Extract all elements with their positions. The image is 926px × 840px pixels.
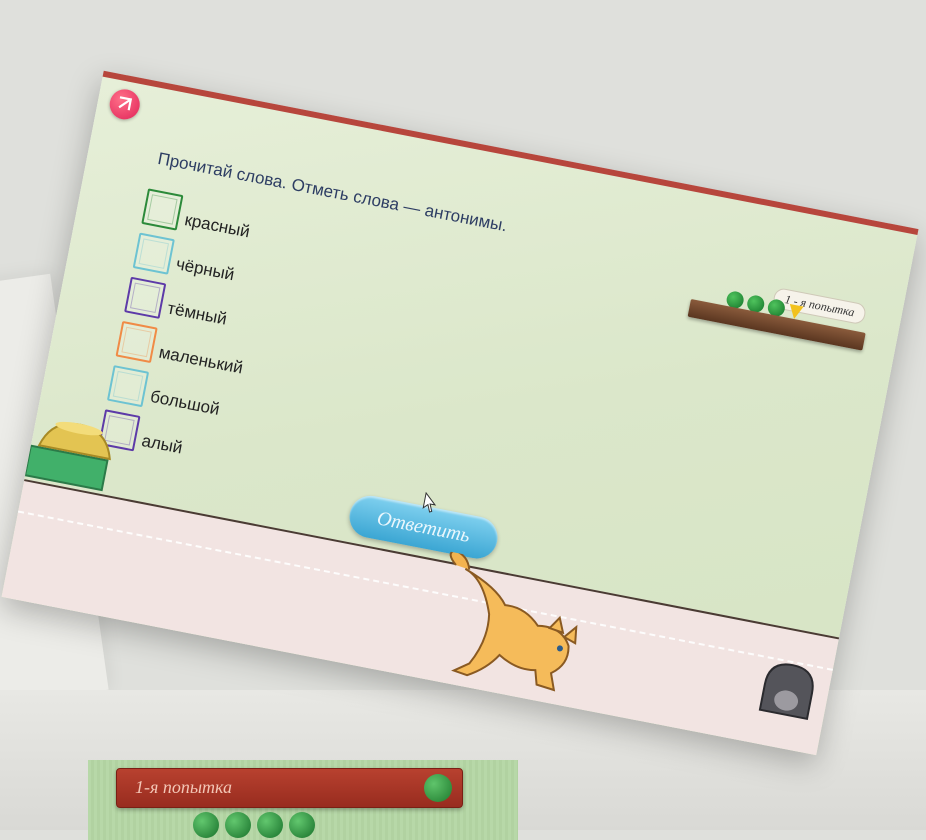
option-label-3: тёмный [165, 297, 229, 329]
option-label-6: алый [140, 430, 185, 457]
checkbox-3[interactable] [124, 276, 167, 319]
exercise-screen: Прочитай слова. Отметь слова — антонимы.… [1, 70, 919, 756]
checkbox-1[interactable] [141, 187, 184, 231]
checkbox-5[interactable] [107, 364, 150, 407]
attempt-ball [193, 812, 219, 838]
home-button[interactable] [107, 86, 143, 122]
attempt-ball [424, 774, 452, 802]
attempt-ball [289, 812, 315, 838]
attempt-ball [225, 812, 251, 838]
second-attempt-label: 1-я попытка [135, 777, 233, 797]
checkbox-2[interactable] [132, 232, 175, 275]
attempt-ball [257, 812, 283, 838]
cat-icon [449, 549, 578, 692]
option-label-2: чёрный [174, 253, 236, 284]
second-attempt-panel: 1-я попытка [116, 768, 463, 808]
second-attempt-balls [193, 812, 315, 838]
second-screen: 1-я попытка [88, 760, 518, 840]
pointer-arrow-icon [118, 96, 133, 111]
checkbox-4[interactable] [115, 320, 158, 363]
mouse-hole-icon [758, 663, 814, 721]
